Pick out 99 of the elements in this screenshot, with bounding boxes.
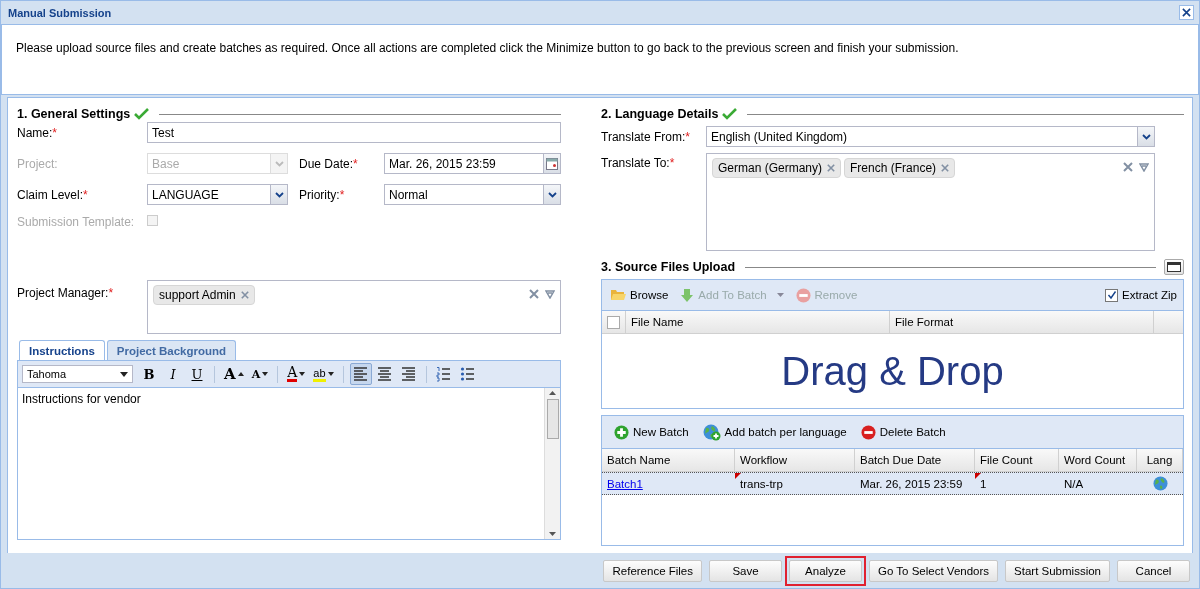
caret-icon: [262, 372, 269, 376]
table-cell: N/A: [1064, 477, 1084, 490]
dropdown-trigger[interactable]: [270, 185, 287, 204]
scroll-thumb[interactable]: [546, 399, 559, 439]
toolbar-button[interactable]: Delete Batch: [856, 422, 950, 442]
dropdown-field[interactable]: English (United Kingdom): [706, 126, 1155, 147]
folder-icon: [610, 288, 626, 302]
minus-circle-icon: [860, 424, 876, 440]
highlight-button[interactable]: ab: [310, 363, 337, 385]
chevron-icon: [274, 191, 284, 198]
close-button[interactable]: [1179, 5, 1194, 20]
down-arrow-icon: [680, 287, 695, 303]
tag-field[interactable]: support Admin: [147, 280, 561, 334]
footer-button[interactable]: Reference Files: [603, 559, 703, 582]
minus-circle-icon: [795, 287, 811, 303]
field-label: Translate From:*: [601, 129, 691, 144]
dropdown-field[interactable]: Normal: [384, 184, 561, 205]
font-dropdown[interactable]: Tahoma: [22, 365, 133, 383]
remove-icon[interactable]: [941, 164, 950, 172]
toolbar-button[interactable]: Add batch per language: [698, 421, 851, 443]
column-header[interactable]: File Count: [975, 449, 1059, 471]
column-header[interactable]: File Format: [890, 311, 1154, 333]
plus-circle-icon: [614, 424, 629, 440]
bold-button[interactable]: B: [138, 363, 160, 385]
table-cell: Mar. 26, 2015 23:59: [860, 477, 963, 490]
field-label: Translate To:*: [601, 156, 675, 170]
tab[interactable]: Project Background: [106, 340, 237, 360]
clear-icon[interactable]: [529, 289, 539, 299]
tag: German (Germany): [712, 158, 842, 178]
table-cell: 1: [980, 477, 987, 490]
dropdown-trigger[interactable]: [1137, 127, 1154, 146]
caret-icon: [776, 293, 784, 297]
font-color-button[interactable]: A: [284, 363, 309, 385]
clear-icon[interactable]: [1123, 162, 1133, 172]
footer-button[interactable]: Start Submission: [1005, 559, 1110, 582]
footer-button[interactable]: Save: [709, 559, 783, 582]
down-arrow-icon[interactable]: [549, 532, 556, 536]
field-label: Due Date:*: [299, 156, 358, 171]
section-title: 2. Language Details: [601, 107, 719, 121]
field-label: Claim Level:*: [17, 187, 89, 202]
field-label: Name:*: [17, 125, 58, 140]
table-row[interactable]: Batch1 trans-trp Mar. 26, 2015 23:59 1 N/A: [602, 472, 1183, 495]
section-title: 1. General Settings: [17, 107, 131, 121]
dropdown-icon[interactable]: [1139, 162, 1149, 172]
caret-icon: [120, 371, 128, 377]
remove-icon[interactable]: [827, 164, 836, 172]
date-field[interactable]: Mar. 26, 2015 23:59: [384, 153, 561, 174]
table-cell: trans-trp: [740, 477, 783, 490]
align-left-button[interactable]: [349, 363, 372, 385]
up-arrow-icon[interactable]: [549, 391, 556, 395]
window-title: Manual Submission: [8, 6, 112, 19]
toolbar-button[interactable]: Browse: [606, 286, 673, 304]
field-label: Priority:*: [299, 187, 345, 202]
calendar-icon[interactable]: [543, 154, 560, 173]
batch-link[interactable]: Batch1: [607, 477, 643, 490]
italic-button[interactable]: I: [162, 363, 184, 385]
footer-button[interactable]: Go To Select Vendors: [869, 559, 999, 582]
field-label: Project:: [17, 156, 59, 171]
checkbox-label: Extract Zip: [1122, 289, 1177, 301]
intro-text: Please upload source files and create batches as required. Once all actions are completed click the Minimize button to go back to the previous screen and finish your submission.: [16, 41, 959, 55]
drop-zone[interactable]: Drag & Drop: [602, 334, 1183, 408]
globe-plus-icon: [702, 423, 721, 441]
caret-icon: [299, 372, 306, 376]
underline-button[interactable]: U: [186, 363, 208, 385]
name-field[interactable]: Test: [147, 122, 561, 143]
column-header[interactable]: Batch Due Date: [855, 449, 975, 471]
tab[interactable]: Instructions: [19, 340, 105, 361]
field-label: Submission Template:: [17, 215, 136, 229]
dropdown-field[interactable]: LANGUAGE: [147, 184, 288, 205]
footer-button[interactable]: Analyze: [789, 559, 863, 582]
tag: French (France): [844, 158, 956, 178]
footer-button[interactable]: Cancel: [1117, 559, 1190, 582]
shrink-font-button[interactable]: A: [248, 363, 272, 385]
column-header[interactable]: Word Count: [1059, 449, 1137, 471]
extract-zip-checkbox[interactable]: [1105, 288, 1119, 302]
column-header[interactable]: Workflow: [735, 449, 855, 471]
drop-zone-text: Drag & Drop: [781, 348, 1004, 394]
dropdown-icon[interactable]: [545, 289, 555, 299]
column-header[interactable]: Batch Name: [602, 449, 735, 471]
section-title: 3. Source Files Upload: [601, 260, 736, 274]
globe-icon[interactable]: [1152, 476, 1168, 491]
maximize-button[interactable]: [1164, 259, 1184, 275]
grow-font-button[interactable]: A: [221, 363, 247, 385]
scrollbar[interactable]: [544, 388, 560, 539]
tag: support Admin: [153, 285, 255, 305]
editor-text[interactable]: Instructions for vendor: [18, 388, 544, 539]
select-all-checkbox[interactable]: [607, 315, 620, 329]
dropdown-trigger[interactable]: [543, 185, 560, 204]
caret-icon: [237, 372, 244, 376]
chevron-icon: [547, 191, 557, 198]
column-header[interactable]: Lang: [1137, 449, 1183, 471]
field-label: Project Manager:*: [17, 285, 115, 302]
toolbar-button[interactable]: New Batch: [610, 422, 693, 442]
column-header[interactable]: File Name: [626, 311, 890, 333]
chevron-icon: [274, 160, 284, 167]
tag-field[interactable]: German (Germany) French (France): [706, 153, 1155, 251]
remove-icon[interactable]: [240, 291, 249, 299]
caret-icon: [327, 372, 334, 376]
chevron-icon: [1141, 133, 1151, 140]
